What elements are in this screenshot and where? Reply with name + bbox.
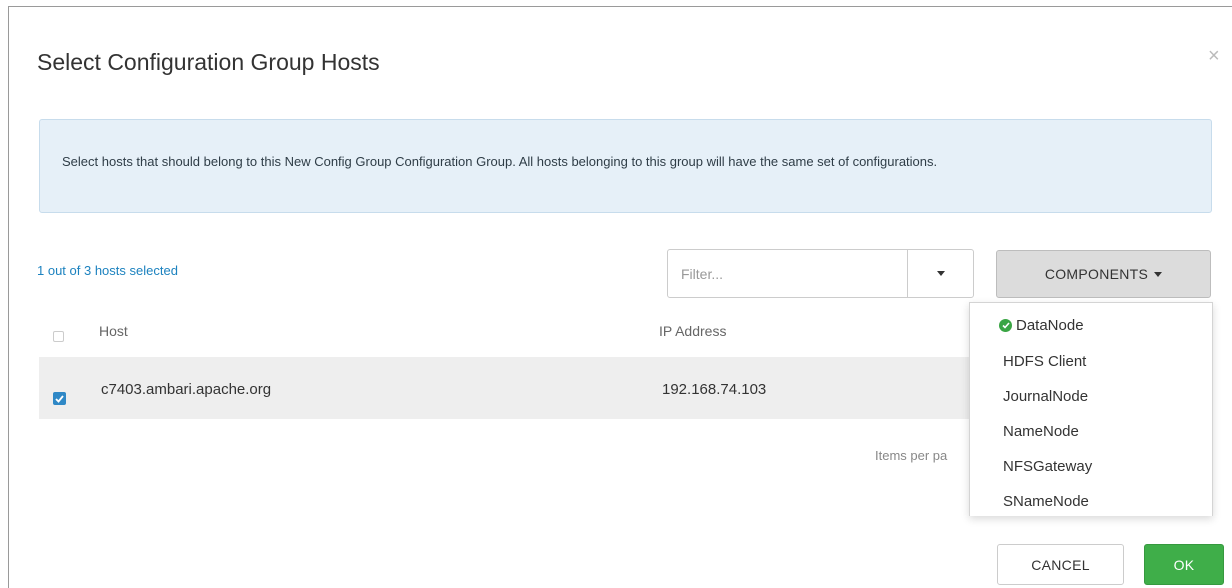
select-all-checkbox[interactable] [53, 331, 64, 342]
modal-title: Select Configuration Group Hosts [37, 49, 380, 75]
ip-cell: 192.168.74.103 [662, 381, 767, 398]
menu-item-datanode[interactable]: DataNode [999, 317, 1084, 334]
components-button[interactable]: COMPONENTS [996, 250, 1211, 298]
cancel-button[interactable]: CANCEL [997, 544, 1124, 585]
config-group-hosts-modal: Select Configuration Group Hosts × Selec… [8, 6, 1232, 588]
menu-item-label: NFSGateway [1003, 458, 1093, 475]
checkmark-icon [55, 394, 64, 403]
close-icon[interactable]: × [1208, 46, 1220, 66]
menu-item-snamenode[interactable]: SNameNode [1003, 493, 1089, 510]
chevron-down-icon [936, 271, 945, 276]
menu-item-label: SNameNode [1003, 493, 1089, 510]
menu-item-hdfs-client[interactable]: HDFS Client [1003, 353, 1086, 370]
row-checkbox[interactable] [53, 392, 66, 405]
chevron-down-icon [1154, 271, 1163, 277]
filter-options-toggle[interactable] [907, 250, 973, 297]
components-dropdown-menu: DataNode HDFS Client JournalNode NameNod… [969, 302, 1213, 516]
filter-group [667, 249, 974, 298]
menu-item-label: NameNode [1003, 423, 1079, 440]
menu-item-label: JournalNode [1003, 388, 1089, 405]
ok-button[interactable]: OK [1144, 544, 1224, 585]
menu-item-nfsgateway[interactable]: NFSGateway [1003, 458, 1092, 475]
menu-item-journalnode[interactable]: JournalNode [1003, 388, 1088, 405]
host-cell: c7403.ambari.apache.org [101, 381, 272, 398]
table-row[interactable]: c7403.ambari.apache.org 192.168.74.103 [39, 357, 999, 419]
menu-item-namenode[interactable]: NameNode [1003, 423, 1079, 440]
menu-item-label: HDFS Client [1003, 353, 1087, 370]
column-header-host[interactable]: Host [99, 323, 128, 339]
components-button-label: COMPONENTS [1044, 266, 1149, 282]
items-per-page-label: Items per pa [875, 448, 948, 463]
column-header-ip-address[interactable]: IP Address [659, 323, 726, 339]
check-circle-icon [999, 319, 1012, 332]
filter-input[interactable] [668, 250, 907, 297]
selected-hosts-count[interactable]: 1 out of 3 hosts selected [37, 263, 178, 278]
info-alert: Select hosts that should belong to this … [39, 119, 1212, 213]
menu-item-label: DataNode [1016, 317, 1084, 334]
